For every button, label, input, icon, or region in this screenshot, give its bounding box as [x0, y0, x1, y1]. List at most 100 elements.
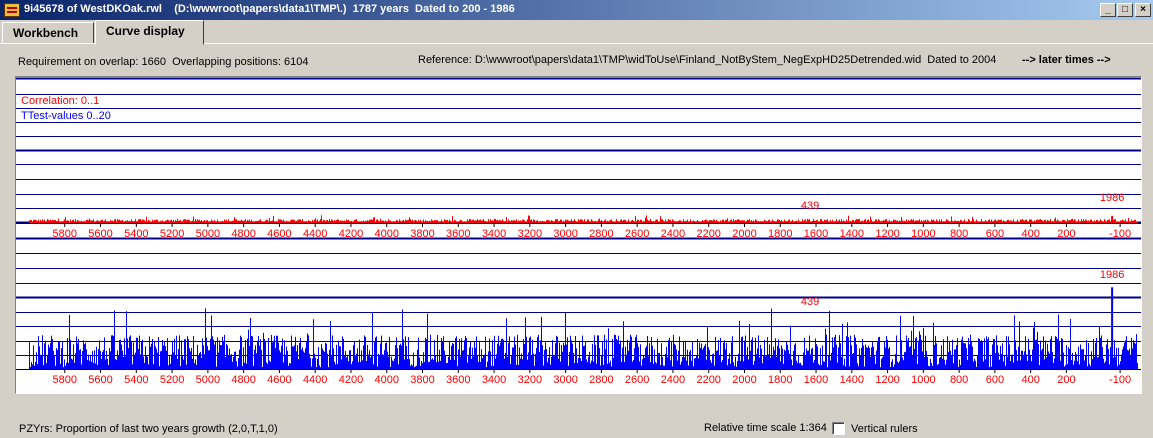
bar [370, 219, 371, 223]
vertical-rulers-checkbox[interactable] [832, 422, 845, 435]
bar [53, 351, 54, 369]
bar [234, 351, 235, 369]
x-tick-label: 1000 [911, 374, 935, 386]
bar [94, 350, 95, 369]
bar [916, 337, 917, 369]
bar [319, 365, 320, 369]
bar [62, 341, 63, 369]
bar [101, 220, 102, 223]
bar [105, 359, 106, 369]
bar [442, 221, 443, 223]
bar [1097, 357, 1098, 369]
bar [909, 221, 910, 223]
close-button[interactable]: × [1135, 3, 1151, 17]
bar [762, 363, 763, 369]
bar [381, 335, 382, 369]
bar [412, 219, 413, 223]
bar [261, 221, 262, 223]
bar [585, 222, 586, 223]
bar [625, 219, 626, 223]
bar [923, 327, 924, 369]
bar [143, 356, 144, 369]
bar [664, 365, 665, 369]
bar [142, 339, 143, 369]
bar [757, 221, 758, 223]
minimize-button[interactable]: _ [1100, 3, 1116, 17]
bar [473, 219, 474, 223]
bar [169, 356, 170, 369]
bar [400, 220, 401, 223]
bar [1065, 221, 1066, 223]
x-tick-label: 600 [986, 374, 1004, 386]
bar [318, 221, 319, 223]
bar [713, 353, 714, 369]
bar [807, 350, 808, 369]
bar [74, 362, 75, 369]
bar [522, 219, 523, 223]
bar [911, 330, 912, 369]
bar [261, 349, 262, 369]
bar [321, 215, 322, 223]
later-times-link[interactable]: --> later times --> [1022, 54, 1111, 66]
bar [268, 222, 269, 223]
bar [418, 219, 419, 223]
bar [212, 336, 213, 369]
bar [772, 355, 773, 369]
vertical-rulers-label[interactable]: Vertical rulers [851, 423, 918, 435]
bar [49, 220, 50, 223]
bar [241, 219, 242, 223]
bar [1060, 220, 1061, 223]
bar [263, 332, 264, 369]
bar [436, 362, 437, 369]
bar [1078, 219, 1079, 223]
bar [1136, 222, 1137, 223]
bar [418, 337, 419, 369]
bar [864, 366, 865, 369]
maximize-button[interactable]: □ [1117, 3, 1133, 17]
bar [636, 221, 637, 223]
bar [649, 220, 650, 223]
bar [162, 220, 163, 223]
bar [580, 358, 581, 369]
bar [707, 327, 708, 369]
bar [584, 219, 585, 223]
app-icon[interactable] [4, 3, 20, 17]
bar [1029, 349, 1030, 369]
bar [989, 219, 990, 223]
bar [910, 346, 911, 369]
bar [1016, 221, 1017, 223]
bar [736, 366, 737, 369]
bar [454, 220, 455, 223]
bar [423, 219, 424, 223]
bar [275, 348, 276, 369]
bar [897, 220, 898, 223]
bar [1050, 219, 1051, 223]
bar [482, 358, 483, 369]
bar [446, 363, 447, 369]
bar [132, 220, 133, 223]
bar [987, 339, 988, 369]
tab-workbench[interactable]: Workbench [2, 22, 94, 44]
bar [222, 220, 223, 223]
bar [496, 220, 497, 223]
bar [172, 340, 173, 369]
bar [743, 220, 744, 223]
bar [393, 361, 394, 369]
tab-curve-display[interactable]: Curve display [95, 20, 204, 45]
bar [643, 355, 644, 369]
bar [357, 221, 358, 223]
bar [1021, 219, 1022, 223]
bar [449, 340, 450, 369]
bar [1099, 326, 1100, 369]
bar [1088, 343, 1089, 369]
bar [1121, 220, 1122, 223]
bar [684, 357, 685, 369]
bar [858, 366, 859, 369]
bar [457, 221, 458, 223]
bar [686, 221, 687, 223]
bar [532, 221, 533, 223]
bar [312, 358, 313, 369]
bar [771, 221, 772, 223]
bar [930, 221, 931, 223]
bar [827, 219, 828, 223]
